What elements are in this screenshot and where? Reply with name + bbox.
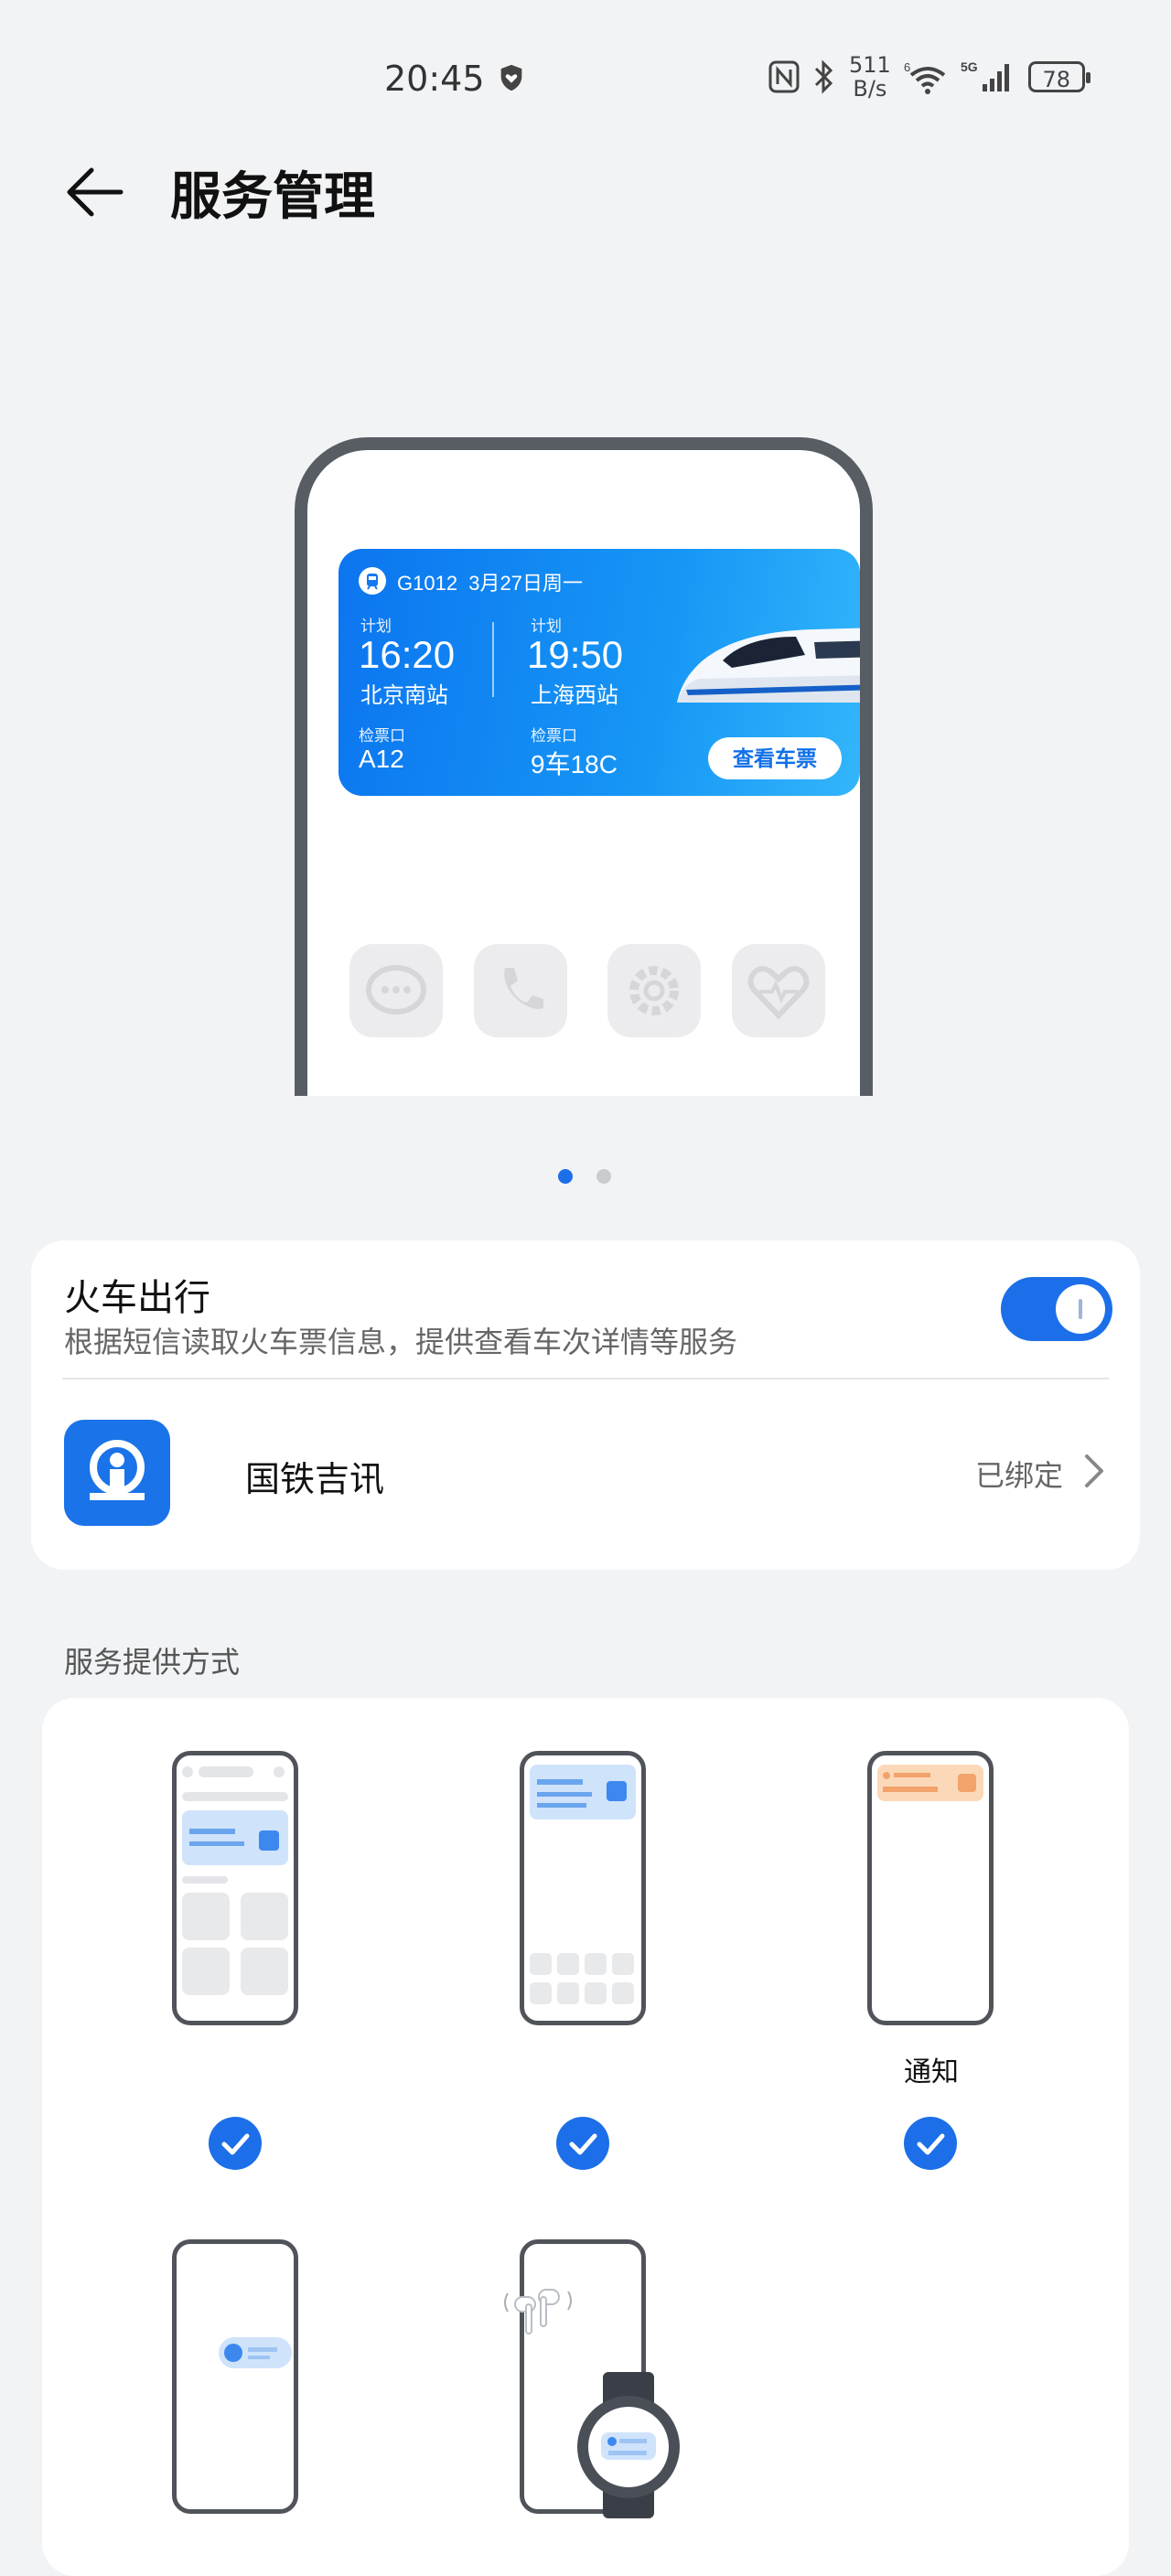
nfc-icon — [768, 60, 800, 93]
back-arrow-icon[interactable] — [64, 163, 128, 221]
status-time: 20:45 — [384, 59, 485, 99]
section-title: 服务提供方式 — [64, 1645, 241, 1680]
dep-time: 16:20 — [359, 633, 456, 676]
train-date: 3月27日周一 — [468, 572, 584, 595]
messages-app-icon — [349, 944, 443, 1037]
service-title: 火车出行 — [64, 1277, 210, 1319]
phone-app-icon — [474, 944, 567, 1037]
preview-phone-frame: G1012 3月27日周一 计划 16:20 北京南站 计划 19:50 上海西… — [295, 437, 873, 1096]
page-dot-active[interactable] — [558, 1169, 573, 1184]
option-card-preview[interactable] — [520, 1751, 646, 2025]
svg-text:5G: 5G — [961, 59, 978, 74]
settings-app-icon — [607, 944, 701, 1037]
page-title: 服务管理 — [170, 167, 375, 227]
option-notification-preview[interactable] — [867, 1751, 994, 2025]
bound-app-row[interactable]: 国铁吉讯 已绑定 — [64, 1420, 1112, 1530]
page-dot[interactable] — [596, 1169, 611, 1184]
earbuds-icon — [504, 2289, 572, 2334]
arr-time: 19:50 — [527, 633, 624, 676]
service-toggle[interactable] — [1001, 1277, 1112, 1341]
train-number: G1012 — [397, 572, 458, 595]
service-description: 根据短信读取火车票信息，提供查看车次详情等服务 — [64, 1325, 738, 1359]
wifi-icon: 6 — [904, 60, 946, 94]
arr-station: 上海西站 — [531, 683, 618, 708]
bullet-train-image — [677, 628, 860, 703]
delivery-options-panel: 通知 — [42, 1698, 1129, 2576]
option-capsule-preview[interactable] — [172, 2239, 298, 2514]
train-icon — [359, 567, 386, 595]
railway-app-logo-icon — [64, 1420, 170, 1526]
health-app-icon — [732, 944, 825, 1037]
service-panel: 火车出行 根据短信读取火车票信息，提供查看车次详情等服务 国铁吉讯 已绑定 — [31, 1240, 1140, 1570]
card-divider — [492, 622, 494, 697]
chevron-right-icon — [1085, 1454, 1103, 1487]
option-devices-preview[interactable] — [504, 2239, 680, 2518]
divider — [62, 1378, 1109, 1379]
gate-label: 检票口 — [359, 727, 405, 745]
option-app-preview[interactable] — [172, 1751, 298, 2025]
battery-indicator: 78 — [1027, 61, 1090, 92]
status-icons: 511 B/s 6 5G 78 — [768, 52, 1090, 102]
app-name: 国铁吉讯 — [245, 1459, 385, 1499]
option-1-check[interactable] — [209, 2117, 262, 2170]
svg-text:6: 6 — [904, 60, 910, 74]
option-3-check[interactable] — [904, 2117, 957, 2170]
cellular-signal-icon: 5G — [961, 59, 1009, 91]
gate-value: A12 — [359, 745, 404, 773]
view-ticket-button[interactable]: 查看车票 — [708, 737, 842, 779]
bluetooth-icon — [814, 59, 833, 94]
seat-label: 检票口 — [531, 727, 577, 745]
train-ticket-card: G1012 3月27日周一 计划 16:20 北京南站 计划 19:50 上海西… — [338, 549, 860, 796]
smartwatch-icon — [577, 2372, 680, 2518]
option-2-check[interactable] — [556, 2117, 609, 2170]
heart-shield-icon — [500, 64, 522, 91]
dep-station: 北京南站 — [360, 683, 448, 708]
card-header: G1012 3月27日周一 — [397, 567, 583, 596]
seat-value: 9车18C — [531, 750, 618, 778]
network-speed: 511 B/s — [849, 52, 891, 102]
bind-status: 已绑定 — [974, 1458, 1063, 1493]
option-3-label: 通知 — [904, 2056, 959, 2088]
